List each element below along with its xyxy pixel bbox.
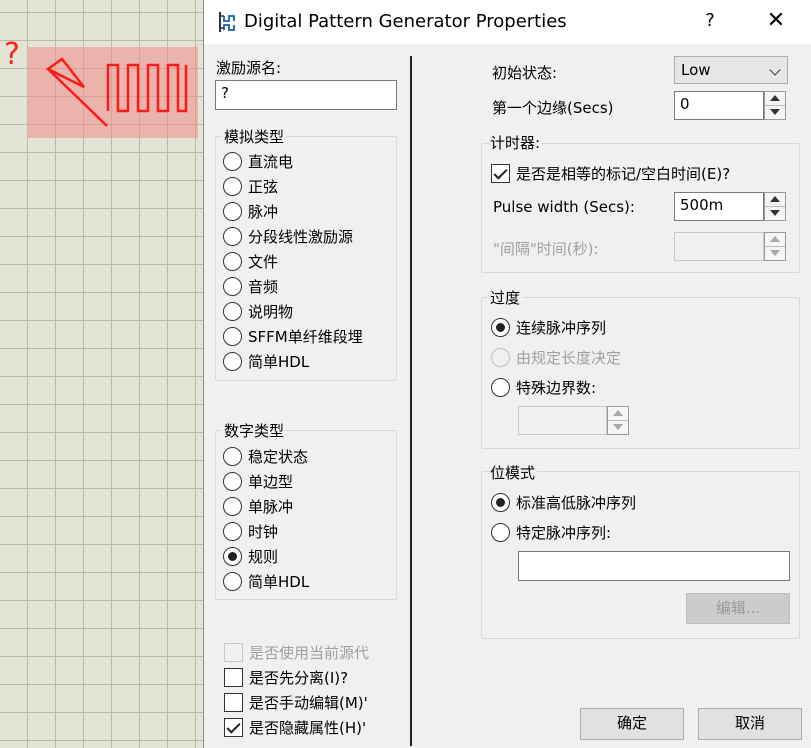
radio-circle-icon [223, 326, 242, 346]
title-bar[interactable]: Digital Pattern Generator Properties ? ✕ [204, 0, 811, 44]
analog-option-pwlin[interactable]: 分段线性激励源 [223, 225, 353, 247]
dialog-title: Digital Pattern Generator Properties [244, 11, 567, 32]
radio-circle-icon [223, 251, 242, 271]
transition-title: 过度 [490, 287, 523, 308]
edges-count-spinner[interactable] [607, 406, 629, 435]
analog-option-file[interactable]: 文件 [223, 250, 278, 272]
source-name-input[interactable]: ? [215, 80, 397, 110]
manual-edit-checkbox[interactable]: 是否手动编辑(M)' [224, 691, 368, 713]
radio-circle-icon [223, 496, 242, 516]
detach-checkbox[interactable]: 是否先分离(I)? [224, 666, 348, 688]
space-time-spinner[interactable] [764, 232, 786, 261]
initial-state-select[interactable]: Low [674, 56, 788, 84]
schematic-canvas[interactable]: ? [0, 0, 205, 748]
hide-properties-checkbox[interactable]: 是否隐藏属性(H)' [224, 716, 366, 738]
analog-option-audio[interactable]: 音频 [223, 275, 278, 297]
space-time-input[interactable] [674, 232, 764, 261]
digital-option-hdl[interactable]: 简单HDL [223, 570, 309, 592]
radio-selected-icon [491, 317, 510, 337]
edges-count-input[interactable] [518, 406, 607, 435]
digital-option-clock[interactable]: 时钟 [223, 520, 278, 542]
analog-option-exp[interactable]: 说明物 [223, 300, 293, 322]
column-divider [410, 56, 412, 746]
pattern-generator-symbol-icon[interactable] [28, 47, 198, 138]
pulse-width-spinner[interactable] [764, 192, 786, 221]
pattern-specific-radio[interactable]: 特定脉冲序列: [491, 521, 611, 543]
pulse-width-input[interactable]: 500m [674, 192, 764, 221]
radio-circle-icon [223, 176, 242, 196]
chevron-down-icon [769, 64, 781, 76]
initial-state-label: 初始状态: [492, 64, 558, 82]
checkbox-icon [224, 642, 243, 662]
pattern-standard-radio[interactable]: 标准高低脉冲序列 [491, 491, 636, 513]
radio-circle-icon [223, 151, 242, 171]
help-button[interactable]: ? [700, 10, 720, 31]
spin-up-icon[interactable] [765, 233, 785, 247]
edit-pattern-button[interactable]: 编辑... [686, 593, 790, 624]
checkbox-icon [224, 667, 243, 687]
close-button[interactable]: ✕ [762, 8, 790, 33]
digital-option-edge[interactable]: 单边型 [223, 470, 293, 492]
radio-selected-icon [491, 492, 510, 512]
radio-circle-icon [491, 377, 510, 397]
analog-option-hdl[interactable]: 简单HDL [223, 350, 309, 372]
cancel-button[interactable]: 取消 [698, 708, 802, 740]
analog-type-title: 模拟类型 [222, 126, 287, 147]
checkbox-icon [224, 692, 243, 712]
radio-circle-icon [491, 347, 510, 367]
use-current-source-checkbox[interactable]: 是否使用当前源代 [224, 641, 369, 663]
spin-up-icon[interactable] [765, 92, 785, 106]
space-time-label: "间隔"时间(秒): [493, 240, 599, 258]
first-edge-input[interactable]: 0 [674, 91, 764, 120]
digital-option-pattern[interactable]: 规则 [223, 545, 278, 567]
checkbox-checked-icon [491, 163, 510, 183]
analog-option-dc[interactable]: 直流电 [223, 150, 293, 172]
component-reference-label: ? [4, 37, 20, 72]
spin-up-icon[interactable] [765, 193, 785, 207]
analog-option-sffm[interactable]: SFFM单纤维段埋 [223, 325, 363, 347]
spin-down-icon[interactable] [765, 207, 785, 221]
source-name-label: 激励源名: [216, 59, 282, 77]
radio-circle-icon [223, 351, 242, 371]
checkbox-checked-icon [224, 717, 243, 737]
spin-down-icon[interactable] [765, 106, 785, 120]
equal-mark-space-checkbox[interactable]: 是否是相等的标记/空白时间(E)? [491, 162, 730, 184]
transition-special-edges-radio[interactable]: 特殊边界数: [491, 376, 596, 398]
radio-circle-icon [223, 446, 242, 466]
pattern-string-input[interactable] [518, 551, 790, 581]
radio-circle-icon [223, 226, 242, 246]
radio-circle-icon [223, 201, 242, 221]
spin-down-icon[interactable] [608, 421, 628, 435]
properties-dialog: Digital Pattern Generator Properties ? ✕… [203, 0, 811, 748]
analog-option-sine[interactable]: 正弦 [223, 175, 278, 197]
first-edge-label: 第一个边缘(Secs) [492, 99, 614, 117]
radio-circle-icon [491, 522, 510, 542]
bit-pattern-title: 位模式 [490, 462, 538, 483]
generator-app-icon [219, 12, 235, 32]
ok-button[interactable]: 确定 [580, 708, 684, 740]
transition-continuous-radio[interactable]: 连续脉冲序列 [491, 316, 606, 338]
digital-type-title: 数字类型 [222, 420, 287, 441]
digital-option-single-pulse[interactable]: 单脉冲 [223, 495, 293, 517]
spin-up-icon[interactable] [608, 407, 628, 421]
radio-circle-icon [223, 301, 242, 321]
radio-circle-icon [223, 276, 242, 296]
spin-down-icon[interactable] [765, 247, 785, 261]
radio-selected-icon [223, 546, 242, 566]
analog-option-pulse[interactable]: 脉冲 [223, 200, 278, 222]
radio-circle-icon [223, 521, 242, 541]
first-edge-spinner[interactable] [764, 91, 786, 120]
digital-option-steady[interactable]: 稳定状态 [223, 445, 308, 467]
radio-circle-icon [223, 571, 242, 591]
transition-by-length-radio[interactable]: 由规定长度决定 [491, 346, 621, 368]
pulse-width-label: Pulse width (Secs): [493, 198, 635, 216]
radio-circle-icon [223, 471, 242, 491]
timer-title: 计时器: [490, 132, 543, 153]
